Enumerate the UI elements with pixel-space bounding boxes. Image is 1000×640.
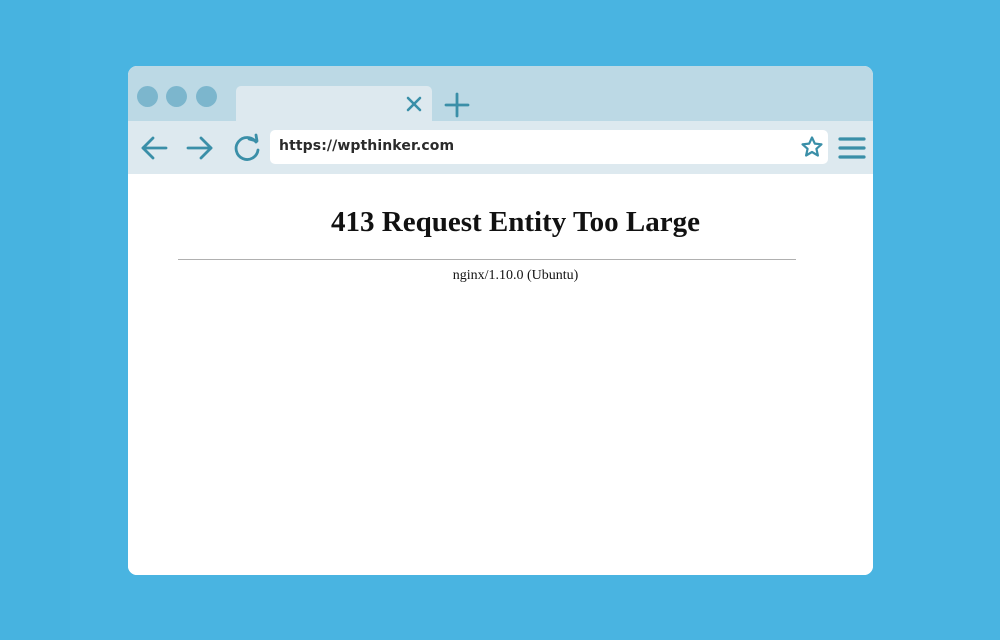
star-icon[interactable]: [800, 135, 824, 159]
arrow-left-icon[interactable]: [139, 133, 169, 163]
close-icon[interactable]: [404, 94, 424, 114]
title-bar: [128, 66, 873, 121]
arrow-right-icon[interactable]: [185, 133, 215, 163]
url-text: https://wpthinker.com: [279, 138, 455, 154]
page-title: 413 Request Entity Too Large: [331, 206, 700, 238]
plus-icon[interactable]: [444, 92, 470, 118]
address-bar[interactable]: https://wpthinker.com: [270, 130, 828, 164]
page-content: 413 Request Entity Too Large nginx/1.10.…: [128, 174, 873, 575]
window-maximize-dot[interactable]: [196, 86, 217, 107]
window-close-dot[interactable]: [137, 86, 158, 107]
navigation-toolbar: https://wpthinker.com: [128, 121, 873, 174]
divider: [178, 259, 796, 260]
server-signature: nginx/1.10.0 (Ubuntu): [452, 268, 579, 283]
background-strip: [0, 0, 70, 640]
window-minimize-dot[interactable]: [166, 86, 187, 107]
browser-window: https://wpthinker.com 413 Request Entity…: [128, 66, 873, 575]
reload-icon[interactable]: [232, 133, 262, 163]
browser-tab[interactable]: [236, 86, 432, 121]
hamburger-menu-icon[interactable]: [838, 135, 866, 161]
